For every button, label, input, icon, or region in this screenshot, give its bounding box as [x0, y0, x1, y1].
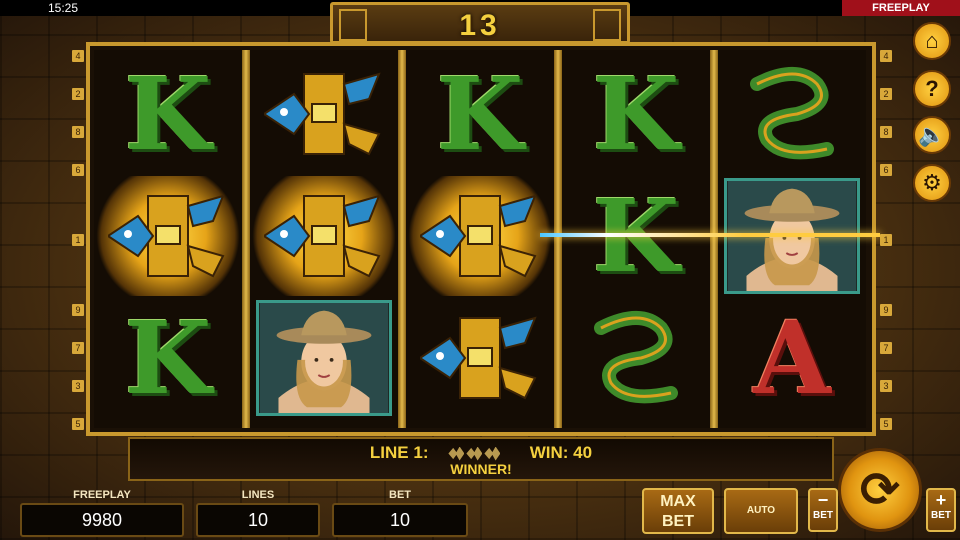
- reel-symbol-A: A: [718, 298, 866, 418]
- title-plaque: 13: [330, 2, 630, 44]
- payline-number-badge[interactable]: 9: [72, 304, 84, 316]
- payline-number-badge[interactable]: 7: [880, 342, 892, 354]
- reel: KK: [562, 50, 710, 428]
- reel-symbol-K: K: [562, 54, 710, 174]
- spin-button[interactable]: ⟳: [838, 448, 922, 532]
- mini-bird-icon: [484, 446, 501, 461]
- win-amount: WIN: 40: [529, 443, 593, 462]
- reel-symbol-K: K: [94, 298, 242, 418]
- plus-icon: +: [935, 490, 947, 510]
- reel-symbol-bird: [250, 54, 398, 174]
- serpent-glyph-icon: [594, 311, 678, 404]
- letter-K-symbol: K: [436, 55, 524, 173]
- help-icon[interactable]: ?: [913, 70, 951, 108]
- spin-arrows-icon: ⟳: [859, 464, 901, 517]
- payline-number-badge[interactable]: 5: [880, 418, 892, 430]
- payline-number-badge[interactable]: 1: [880, 234, 892, 246]
- bet-decrease-label: BET: [813, 510, 833, 521]
- aztec-bird-icon: [264, 72, 381, 156]
- aztec-bird-icon: [264, 194, 381, 278]
- bet-value[interactable]: 10: [332, 503, 468, 537]
- letter-A-symbol: A: [753, 299, 831, 417]
- settings-gear-icon[interactable]: ⚙: [913, 164, 951, 202]
- mini-bird-icon: [448, 446, 465, 461]
- reel-symbol-bird: [94, 176, 242, 296]
- payline-number-badge[interactable]: 5: [72, 418, 84, 430]
- freeplay-label: FREEPLAY: [73, 489, 131, 501]
- max-bet-button[interactable]: MAX BET: [642, 488, 714, 534]
- sound-muted-icon-glyph: 🔈: [918, 122, 946, 147]
- help-icon-glyph: ?: [925, 76, 939, 101]
- freeplay-balance: 9980: [20, 503, 184, 537]
- payline-number-badge[interactable]: 8: [880, 126, 892, 138]
- reel-divider: [554, 50, 562, 428]
- sound-muted-icon[interactable]: 🔈: [913, 116, 951, 154]
- payline-number-badge[interactable]: 7: [72, 342, 84, 354]
- payline-number-badge[interactable]: 4: [880, 50, 892, 62]
- payline-number-badge[interactable]: 2: [880, 88, 892, 100]
- reel: KK: [94, 50, 242, 428]
- mini-bird-icon: [466, 446, 483, 461]
- win-bar: LINE 1: WIN: 40 WINNER!: [128, 437, 834, 481]
- letter-K-symbol: K: [124, 299, 212, 417]
- reel-grid: KKKKKA: [86, 42, 876, 436]
- payline-number-badge[interactable]: 9: [880, 304, 892, 316]
- freeplay-badge: FREEPLAY: [842, 0, 960, 16]
- reel: [250, 50, 398, 428]
- reel-symbol-snake: [562, 298, 710, 418]
- reel-symbol-bird: [406, 176, 554, 296]
- payline-number-badge[interactable]: 6: [72, 164, 84, 176]
- payline-number-badge[interactable]: 3: [880, 380, 892, 392]
- payline-number-badge[interactable]: 1: [72, 234, 84, 246]
- reel-divider: [242, 50, 250, 428]
- max-bet-line1: MAX: [660, 493, 696, 510]
- reel-symbol-bird: [406, 298, 554, 418]
- reel-symbol-woman: [250, 298, 398, 418]
- aztec-bird-icon: [420, 194, 537, 278]
- max-bet-line2: BET: [662, 513, 694, 530]
- home-icon[interactable]: ⌂: [913, 22, 951, 60]
- reel-symbol-bird: [250, 176, 398, 296]
- reel-divider: [398, 50, 406, 428]
- reel-symbol-K: K: [94, 54, 242, 174]
- aztec-bird-icon: [108, 194, 225, 278]
- win-line-info: LINE 1: WIN: 40: [130, 443, 832, 463]
- lines-label: LINES: [241, 489, 275, 501]
- payline-number-badge[interactable]: 3: [72, 380, 84, 392]
- letter-K-symbol: K: [124, 55, 212, 173]
- auto-spin-button[interactable]: AUTO: [724, 488, 798, 534]
- bet-decrease-button[interactable]: − BET: [808, 488, 838, 532]
- settings-gear-icon-glyph: ⚙: [922, 170, 942, 195]
- reel-symbol-K: K: [406, 54, 554, 174]
- payline-number-badge[interactable]: 2: [72, 88, 84, 100]
- minus-icon: −: [817, 490, 829, 510]
- reel-divider: [710, 50, 718, 428]
- bet-increase-label: BET: [931, 510, 951, 521]
- auto-label: AUTO: [746, 505, 776, 516]
- aztec-bird-icon: [420, 316, 537, 400]
- home-icon-glyph: ⌂: [925, 28, 939, 53]
- line-label: LINE 1:: [369, 443, 429, 462]
- bet-increase-button[interactable]: + BET: [926, 488, 956, 532]
- serpent-glyph-icon: [750, 67, 834, 160]
- clock: 15:25: [48, 1, 79, 15]
- payline-number-badge[interactable]: 6: [880, 164, 892, 176]
- payline-number-badge[interactable]: 8: [72, 126, 84, 138]
- bet-label: BET: [389, 489, 411, 501]
- winner-message: WINNER!: [450, 461, 512, 477]
- explorer-woman-portrait: [256, 300, 392, 416]
- reel: K: [406, 50, 554, 428]
- reel-symbol-snake: [718, 54, 866, 174]
- winning-payline: [540, 233, 880, 237]
- reel: A: [718, 50, 866, 428]
- payline-number-badge[interactable]: 4: [72, 50, 84, 62]
- lines-value[interactable]: 10: [196, 503, 320, 537]
- freespin-counter: 13: [459, 9, 501, 42]
- letter-K-symbol: K: [592, 55, 680, 173]
